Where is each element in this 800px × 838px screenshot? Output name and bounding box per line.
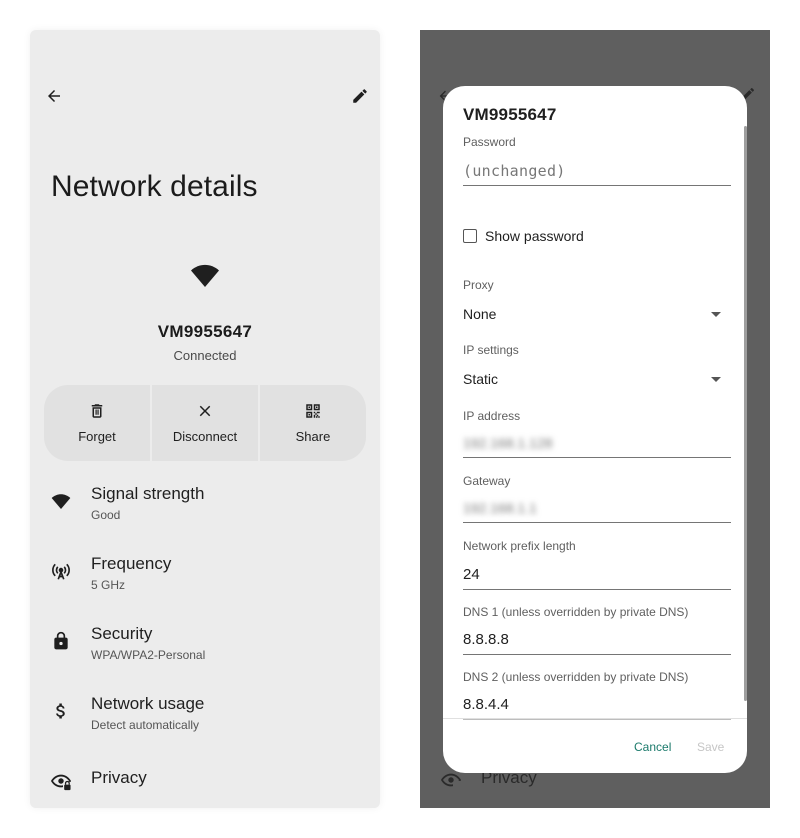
network-usage-title: Network usage	[91, 694, 205, 713]
ip-address-field[interactable]: 192.168.1.128	[463, 428, 731, 458]
ip-settings-label: IP settings	[463, 343, 519, 357]
frequency-title: Frequency	[91, 554, 172, 573]
disconnect-label: Disconnect	[172, 429, 238, 444]
signal-strength-title: Signal strength	[91, 484, 205, 503]
disconnect-button[interactable]: Disconnect	[150, 385, 258, 461]
dropdown-arrow-icon	[711, 311, 721, 317]
dollar-icon	[50, 700, 72, 722]
action-bar: Forget Disconnect Share	[44, 385, 366, 461]
eye-lock-icon	[50, 770, 72, 792]
security-title: Security	[91, 624, 153, 643]
proxy-dropdown[interactable]: None	[463, 302, 721, 326]
ip-settings-value: Static	[463, 371, 499, 387]
privacy-title: Privacy	[91, 768, 147, 787]
gateway-value: 192.168.1.1	[463, 499, 537, 516]
ip-address-label: IP address	[463, 409, 521, 423]
dropdown-arrow-icon	[711, 376, 721, 382]
frequency-row[interactable]: Frequency 5 GHz	[30, 554, 380, 610]
dns1-label: DNS 1 (unless overridden by private DNS)	[463, 605, 689, 619]
qr-code-icon	[304, 402, 322, 423]
wifi-icon	[50, 490, 72, 512]
edit-network-dialog: VM9955647 Password (unchanged) Show pass…	[443, 86, 747, 773]
signal-strength-value: Good	[91, 508, 121, 522]
network-edit-screen: Privacy VM9955647 Password (unchanged) S…	[420, 30, 770, 808]
show-password-label: Show password	[485, 228, 584, 244]
network-name: VM9955647	[157, 322, 253, 341]
proxy-label: Proxy	[463, 278, 494, 292]
share-label: Share	[295, 429, 331, 444]
forget-button[interactable]: Forget	[44, 385, 150, 461]
eye-lock-icon	[440, 770, 462, 795]
network-usage-row[interactable]: Network usage Detect automatically	[30, 694, 380, 750]
antenna-icon	[50, 560, 72, 582]
network-usage-value: Detect automatically	[91, 718, 200, 732]
prefix-length-label: Network prefix length	[463, 539, 576, 553]
forget-label: Forget	[78, 429, 116, 444]
ip-settings-dropdown[interactable]: Static	[463, 367, 721, 391]
cancel-button[interactable]: Cancel	[634, 740, 671, 754]
ip-address-value: 192.168.1.128	[463, 434, 553, 451]
password-label: Password	[463, 135, 516, 149]
dialog-scrollbar[interactable]	[744, 126, 747, 701]
lock-icon	[50, 630, 72, 652]
security-row[interactable]: Security WPA/WPA2-Personal	[30, 624, 380, 680]
dns2-field[interactable]: 8.8.4.4	[463, 690, 731, 720]
proxy-value: None	[463, 306, 497, 322]
share-button[interactable]: Share	[258, 385, 366, 461]
gateway-label: Gateway	[463, 474, 511, 488]
show-password-checkbox[interactable]	[463, 229, 477, 243]
dns2-label: DNS 2 (unless overridden by private DNS)	[463, 670, 689, 684]
connection-status: Connected	[173, 348, 237, 363]
trash-icon	[88, 402, 106, 423]
security-value: WPA/WPA2-Personal	[91, 648, 206, 662]
dns1-field[interactable]: 8.8.8.8	[463, 625, 731, 655]
prefix-length-field[interactable]: 24	[463, 560, 731, 590]
dialog-title: VM9955647	[463, 105, 557, 124]
signal-strength-row[interactable]: Signal strength Good	[30, 484, 380, 540]
privacy-row[interactable]: Privacy	[30, 768, 380, 824]
dialog-divider	[443, 718, 747, 719]
close-icon	[196, 402, 214, 423]
edit-pencil-icon[interactable]	[348, 84, 372, 108]
wifi-signal-icon	[190, 262, 220, 288]
save-button[interactable]: Save	[697, 740, 724, 754]
show-password-row[interactable]: Show password	[463, 228, 584, 244]
page-title: Network details	[51, 170, 258, 203]
password-field[interactable]: (unchanged)	[463, 156, 731, 186]
back-arrow-icon[interactable]	[42, 84, 66, 108]
frequency-value: 5 GHz	[91, 578, 126, 592]
gateway-field[interactable]: 192.168.1.1	[463, 493, 731, 523]
network-details-screen: Network details VM9955647 Connected Forg…	[30, 30, 380, 808]
